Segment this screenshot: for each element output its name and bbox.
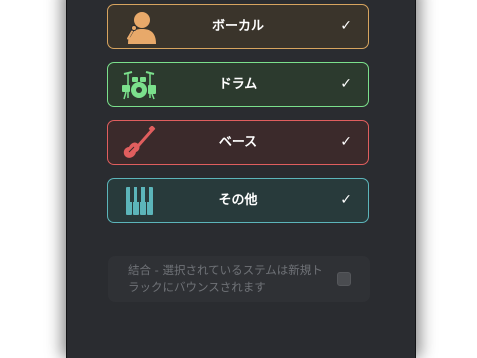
check-icon: ✓ (340, 18, 352, 34)
merge-option: 結合 - 選択されているステムは新規トラックにバウンスされます (108, 256, 370, 302)
merge-option-label: 結合 - 選択されているステムは新規トラックにバウンスされます (128, 263, 323, 294)
check-icon: ✓ (340, 76, 352, 92)
merge-checkbox[interactable] (337, 272, 351, 286)
stem-label: その他 (218, 193, 258, 208)
stem-toggle-bass[interactable]: ベース ✓ (107, 120, 369, 165)
stem-label: ボーカル (211, 19, 264, 34)
stem-label: ベース (218, 135, 258, 150)
stem-label: ドラム (218, 77, 258, 92)
check-icon: ✓ (340, 192, 352, 208)
check-icon: ✓ (340, 134, 352, 150)
stem-toggle-other[interactable]: その他 ✓ (107, 178, 369, 223)
stem-toggle-drums[interactable]: ドラム ✓ (107, 62, 369, 107)
stem-toggle-vocals[interactable]: ボーカル ✓ (107, 4, 369, 49)
